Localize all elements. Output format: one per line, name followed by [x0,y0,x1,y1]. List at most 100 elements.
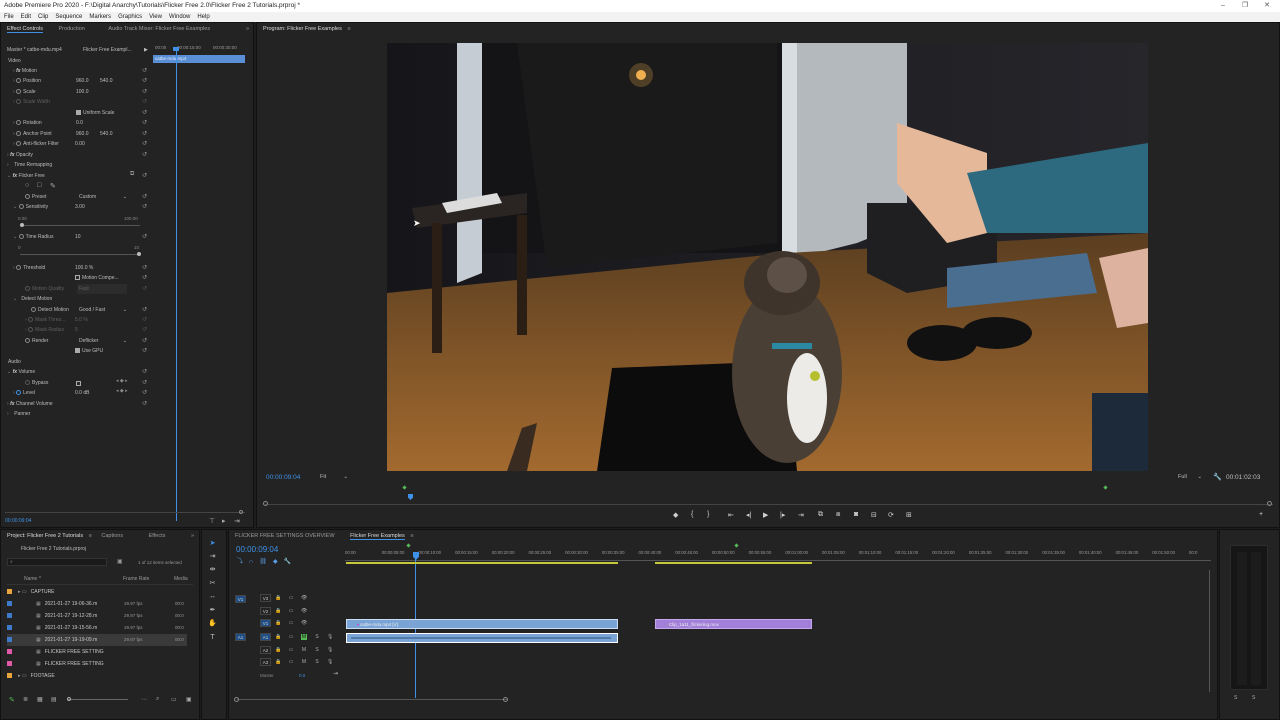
channel-volume-effect[interactable]: › fx Channel Volume [7,399,53,409]
tab-captions[interactable]: Captions [101,533,123,539]
stopwatch-icon[interactable] [25,194,30,200]
column-media[interactable]: Media [174,576,188,582]
zoom-slider[interactable] [68,699,128,700]
lock-icon[interactable]: 🔒 [275,595,281,601]
sensitivity-slider-handle[interactable] [20,223,24,227]
video-frame[interactable]: ➤ [387,43,1148,471]
extract-icon[interactable]: ⧈ [836,511,840,519]
tab-effects[interactable]: Effects [149,533,166,539]
marker-icon[interactable] [734,543,739,548]
position-x-value[interactable]: 960.0 [76,76,89,86]
restore-icon[interactable]: ❐ [1234,0,1256,12]
reset-icon[interactable]: ↺ [142,347,147,354]
tab-project[interactable]: Project: Flicker Free 2 Tutorials [7,533,83,539]
reset-icon[interactable]: ↺ [142,306,147,313]
reset-icon[interactable]: ↺ [142,264,147,271]
time-radius-slider-track[interactable] [20,254,140,255]
track-target-a3[interactable]: A3 [260,658,271,666]
marker-icon[interactable] [1103,485,1108,490]
sensitivity-slider-track[interactable] [20,225,140,226]
ellipse-mask-icon[interactable]: ○ [25,182,29,189]
reset-icon[interactable]: ↺ [142,193,147,200]
time-remapping-effect[interactable]: › Time Remapping [7,160,52,170]
list-item[interactable]: ▦ 2021-01-27 19-15-56.m 29.97 fps 00:0 [7,622,187,634]
anti-flicker-value[interactable]: 0.00 [75,139,85,149]
label-color-swatch[interactable] [7,601,12,607]
icon-view-icon[interactable]: ▦ [37,696,43,703]
label-color-swatch[interactable] [7,589,12,595]
razor-tool-icon[interactable]: ✂ [208,579,217,588]
label-color-swatch[interactable] [7,649,12,655]
mini-playhead-handle[interactable] [173,47,179,51]
reset-icon[interactable]: ↺ [142,274,147,281]
stopwatch-icon[interactable] [16,120,22,126]
slip-tool-icon[interactable]: ↔ [208,592,217,601]
motion-effect[interactable]: › fx Motion [13,66,37,76]
loop-icon[interactable]: ⟳ [888,511,894,519]
sync-lock-icon[interactable]: ▭ [288,647,294,653]
menu-clip[interactable]: Clip [38,12,48,22]
list-item[interactable]: ▦ 2021-01-27 19-12-28.m 29.97 fps 00:0 [7,610,187,622]
stopwatch-icon[interactable] [16,78,22,84]
checkbox-unchecked-icon[interactable] [75,275,80,281]
tab-audio-track-mixer[interactable]: Audio Track Mixer: Flicker Free Examples [108,26,210,32]
button-editor-icon[interactable]: + [1259,511,1263,518]
new-item-icon[interactable]: ▣ [186,696,192,703]
level-value[interactable]: 0.0 dB [75,388,89,398]
stopwatch-icon[interactable] [16,265,22,271]
column-name[interactable]: Name ^ [24,576,41,582]
use-gpu-checkbox[interactable]: Use GPU [75,346,103,356]
comparison-view-icon[interactable]: ⊟ [871,511,877,519]
panel-menu-icon[interactable]: ≡ [410,533,413,539]
play-clip-icon[interactable]: ▸ [222,517,226,525]
menu-markers[interactable]: Markers [89,12,111,22]
solo-right-button[interactable]: S [1252,695,1255,701]
label-color-swatch[interactable] [7,673,12,679]
list-item[interactable]: ▦ 2021-01-27 19-06-36.m 29.97 fps 00:0 [7,598,187,610]
program-playhead[interactable] [408,494,413,500]
stopwatch-icon[interactable] [31,307,36,313]
mini-playhead[interactable] [176,47,177,521]
go-to-out-icon[interactable]: ⇥ [798,511,804,519]
stopwatch-icon[interactable] [16,141,22,147]
solo-button[interactable]: S [314,659,320,665]
pen-tool-icon[interactable]: ✒ [208,606,217,615]
reset-icon[interactable]: ↺ [142,67,147,74]
stopwatch-icon[interactable] [16,131,22,137]
label-color-swatch[interactable] [7,625,12,631]
keyframe-nav-icon[interactable]: ◂ ◆ ▸ [116,378,128,384]
track-select-tool-icon[interactable]: ⇥ [208,552,217,561]
ripple-edit-tool-icon[interactable]: ⇹ [208,565,217,574]
reset-icon[interactable]: ↺ [142,88,147,95]
threshold-value[interactable]: 100.0 % [75,263,93,273]
mini-timeline-ruler[interactable]: 00:00 00:00:15:00 00:00:30:00 [153,45,249,53]
panel-menu-icon[interactable]: ≡ [347,26,350,32]
linked-selection-icon[interactable]: ⛓ [259,559,273,565]
mute-button[interactable]: M [301,659,307,665]
list-item[interactable]: ▸ ▭ FOOTAGE [7,670,187,682]
mute-button[interactable]: M [301,634,307,640]
opacity-effect[interactable]: › fx Opacity [7,150,33,160]
add-marker-icon[interactable]: ◆ [273,559,284,565]
time-radius-value[interactable]: 10 [75,232,81,242]
reset-icon[interactable]: ↺ [142,379,147,386]
volume-effect[interactable]: ⌄ fx Volume [7,367,35,377]
menu-help[interactable]: Help [197,12,209,22]
find-icon[interactable]: ⌕ [156,696,159,703]
track-target-a2[interactable]: A2 [260,646,271,654]
track-target-v1[interactable]: V1 [260,619,271,627]
label-color-swatch[interactable] [7,613,12,619]
source-patch-v1[interactable]: V1 [235,595,246,603]
list-item[interactable]: ▸ ▭ CAPTURE [7,586,187,598]
menu-sequence[interactable]: Sequence [55,12,82,22]
sequence-clip-label[interactable]: Flicker Free Exampl... [83,45,132,55]
go-to-end-icon[interactable]: ⇥ [333,670,338,677]
effect-controls-timecode[interactable]: 00:00:09:04 [5,518,31,524]
mute-button[interactable]: M [301,647,307,653]
step-forward-icon[interactable]: |▸ [780,511,785,519]
timeline-horizontal-scrollbar[interactable] [237,699,507,700]
ec-zoom-handle[interactable] [239,510,243,514]
anchor-y-value[interactable]: 540.0 [100,129,113,139]
lock-icon[interactable]: 🔒 [275,620,281,626]
timeline-ruler[interactable]: 00:00 00:00:05:00 00:00:10:00 00:00:15:00 00… [345,550,1211,560]
